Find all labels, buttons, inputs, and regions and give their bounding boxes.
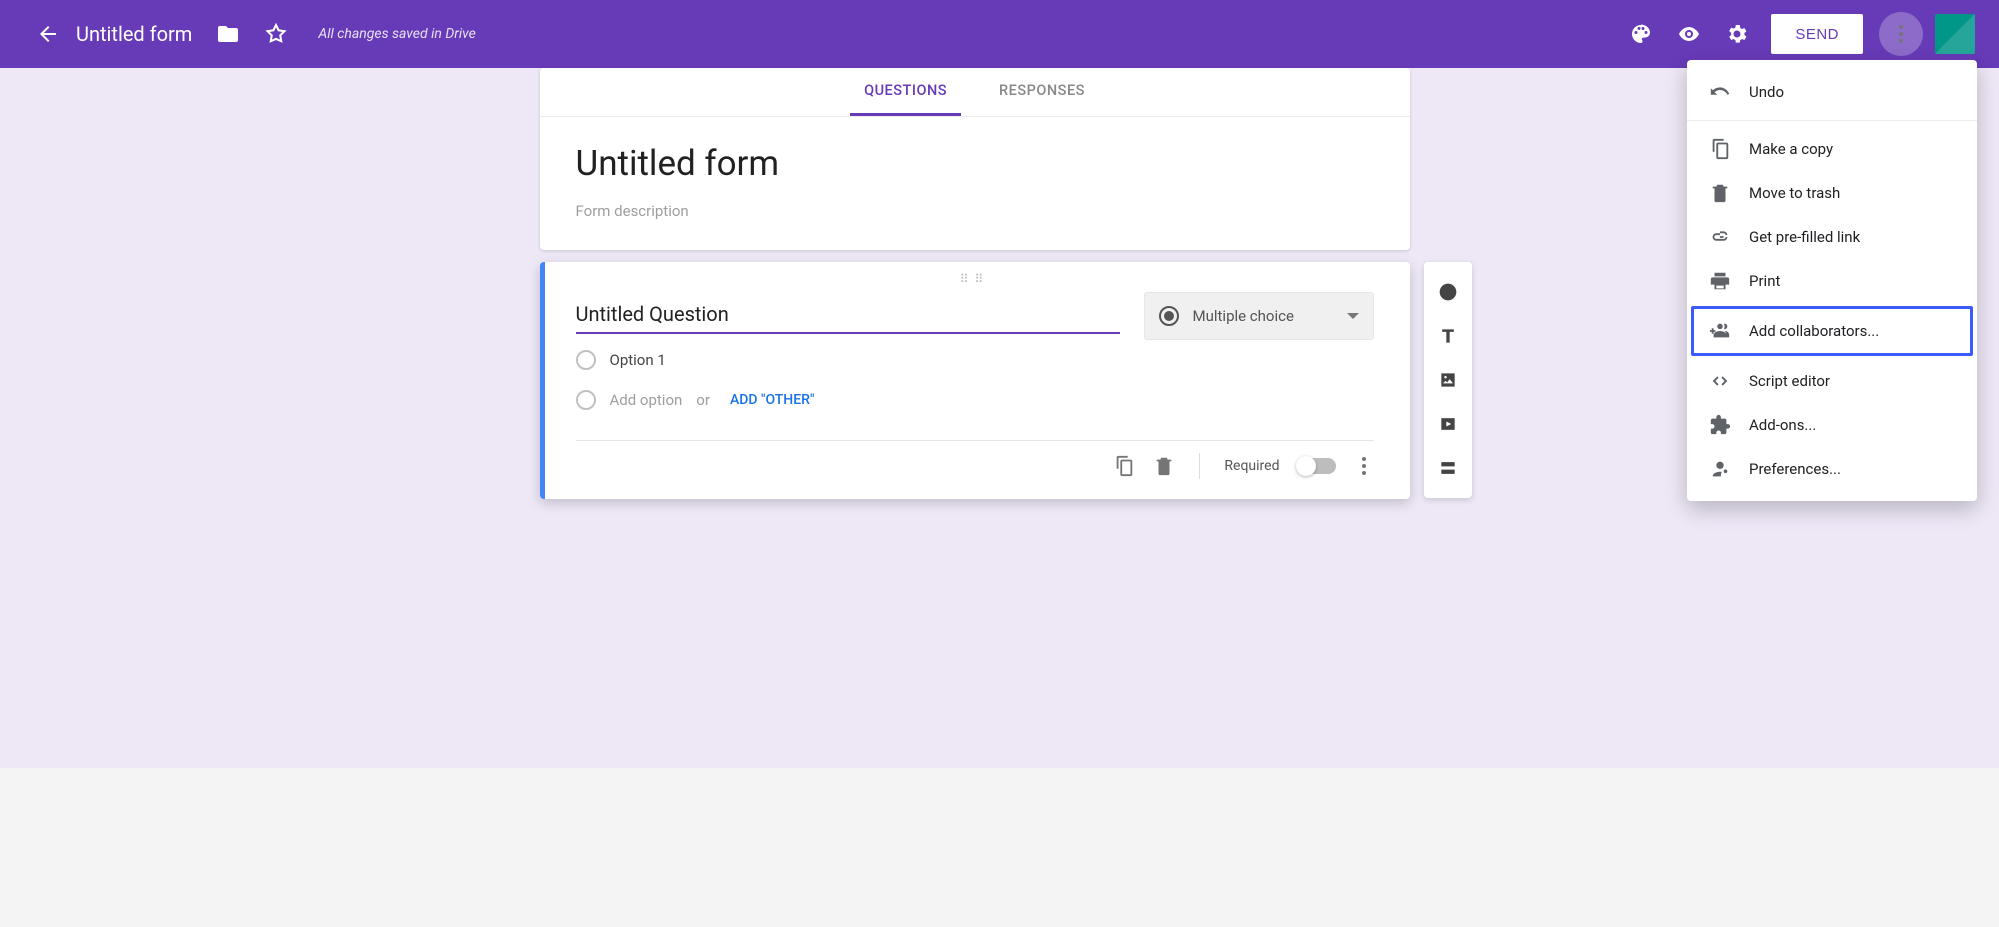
option-row-1[interactable]: Option 1 (576, 340, 1374, 380)
gear-icon (1725, 22, 1749, 46)
menu-label: Get pre-filled link (1749, 228, 1860, 246)
add-option-placeholder[interactable]: Add option (610, 391, 683, 409)
menu-item-add-collaborators[interactable]: Add collaborators... (1691, 306, 1973, 356)
add-image-button[interactable] (1424, 358, 1472, 402)
form-title-input[interactable]: Untitled form (576, 143, 1374, 184)
star-icon (264, 22, 288, 46)
document-title[interactable]: Untitled form (76, 22, 192, 46)
add-title-desc-button[interactable] (1424, 314, 1472, 358)
menu-item-print[interactable]: Print (1687, 259, 1977, 303)
settings-button[interactable] (1713, 10, 1761, 58)
caret-down-icon (1347, 313, 1359, 319)
account-avatar[interactable] (1935, 14, 1975, 54)
question-card[interactable]: ⠿⠿ Untitled Question Multiple choice Opt… (540, 262, 1410, 499)
menu-label: Move to trash (1749, 184, 1840, 202)
video-icon (1438, 414, 1458, 434)
question-more-button[interactable] (1354, 457, 1374, 475)
menu-item-move-to-trash[interactable]: Move to trash (1687, 171, 1977, 215)
question-toolbar: Required (576, 449, 1374, 489)
menu-label: Undo (1749, 83, 1784, 101)
image-icon (1438, 370, 1458, 390)
preview-button[interactable] (1665, 10, 1713, 58)
menu-item-script-editor[interactable]: Script editor (1687, 359, 1977, 403)
app-header: Untitled form All changes saved in Drive… (0, 0, 1999, 68)
form-description-input[interactable]: Form description (576, 202, 1374, 220)
question-type-select[interactable]: Multiple choice (1144, 292, 1374, 340)
menu-label: Make a copy (1749, 140, 1833, 158)
folder-icon (216, 22, 240, 46)
link-icon (1709, 226, 1731, 248)
menu-item-preferences[interactable]: Preferences... (1687, 447, 1977, 491)
star-button[interactable] (252, 10, 300, 58)
tab-responses[interactable]: RESPONSES (985, 68, 1099, 116)
add-section-button[interactable] (1424, 446, 1472, 490)
save-status: All changes saved in Drive (318, 26, 475, 42)
required-label: Required (1224, 458, 1279, 474)
add-other-button[interactable]: ADD "OTHER" (730, 392, 814, 408)
add-video-button[interactable] (1424, 402, 1472, 446)
theme-button[interactable] (1617, 10, 1665, 58)
print-icon (1709, 270, 1731, 292)
menu-item-addons[interactable]: Add-ons... (1687, 403, 1977, 447)
arrow-left-icon (36, 22, 60, 46)
option-label[interactable]: Option 1 (610, 351, 666, 369)
add-question-button[interactable] (1424, 270, 1472, 314)
copy-icon (1709, 138, 1731, 160)
radio-checked-icon (1159, 306, 1179, 326)
menu-label: Add collaborators... (1749, 322, 1879, 340)
side-tools-palette (1424, 262, 1472, 498)
plus-circle-icon (1438, 282, 1458, 302)
section-icon (1438, 458, 1458, 478)
drag-handle-icon[interactable]: ⠿⠿ (576, 272, 1374, 286)
code-icon (1709, 370, 1731, 392)
trash-icon (1709, 182, 1731, 204)
menu-item-prefilled-link[interactable]: Get pre-filled link (1687, 215, 1977, 259)
or-text: or (696, 391, 710, 409)
add-collaborator-icon (1709, 320, 1731, 342)
overflow-menu: Undo Make a copy Move to trash Get pre-f… (1687, 60, 1977, 501)
menu-item-undo[interactable]: Undo (1687, 70, 1977, 114)
text-icon (1438, 326, 1458, 346)
tab-questions[interactable]: QUESTIONS (850, 68, 961, 116)
undo-icon (1709, 81, 1731, 103)
tab-bar: QUESTIONS RESPONSES (540, 68, 1410, 117)
menu-label: Script editor (1749, 372, 1830, 390)
question-type-label: Multiple choice (1193, 307, 1333, 325)
form-header-card: QUESTIONS RESPONSES Untitled form Form d… (540, 68, 1410, 250)
move-to-folder-button[interactable] (204, 10, 252, 58)
radio-unchecked-icon (576, 390, 596, 410)
menu-label: Preferences... (1749, 460, 1841, 478)
menu-item-make-copy[interactable]: Make a copy (1687, 127, 1977, 171)
add-option-row[interactable]: Add option or ADD "OTHER" (576, 380, 1374, 420)
question-title-input[interactable]: Untitled Question (576, 298, 1120, 334)
delete-button[interactable] (1153, 455, 1175, 477)
duplicate-button[interactable] (1113, 455, 1135, 477)
eye-icon (1677, 22, 1701, 46)
preferences-icon (1709, 458, 1731, 480)
puzzle-icon (1709, 414, 1731, 436)
menu-label: Print (1749, 272, 1780, 290)
palette-icon (1629, 22, 1653, 46)
more-overflow-button[interactable] (1879, 12, 1923, 56)
radio-unchecked-icon (576, 350, 596, 370)
more-vert-icon (1891, 25, 1911, 43)
required-toggle[interactable] (1298, 458, 1336, 474)
send-button[interactable]: SEND (1771, 14, 1863, 54)
back-arrow-button[interactable] (24, 10, 72, 58)
menu-label: Add-ons... (1749, 416, 1816, 434)
